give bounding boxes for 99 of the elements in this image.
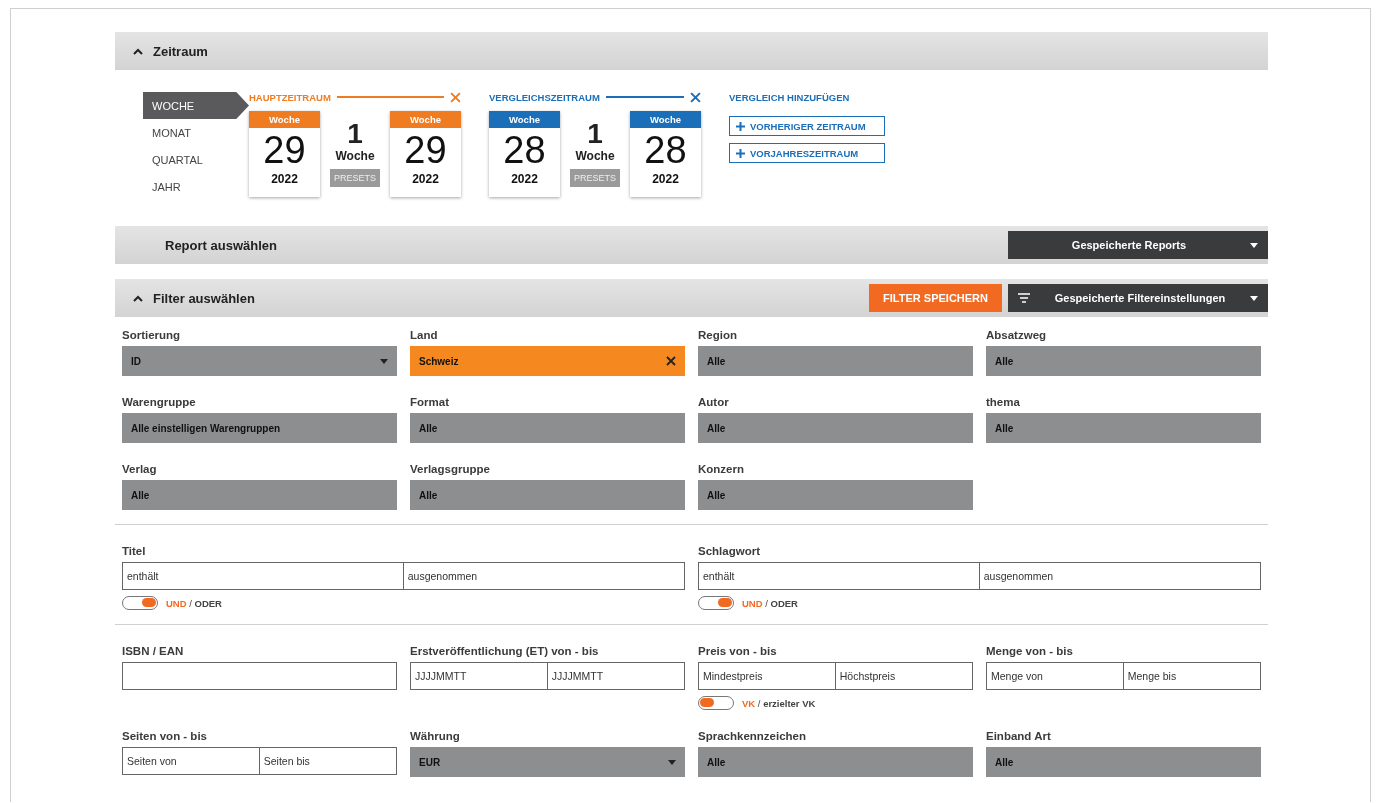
week-number: 29 xyxy=(404,128,447,172)
select-field[interactable]: Alle xyxy=(698,346,973,376)
select-field[interactable]: Alle xyxy=(986,346,1261,376)
input-field[interactable]: JJJJMMTT xyxy=(410,662,549,690)
input-field[interactable]: Seiten von xyxy=(122,747,261,775)
field-label: Absatzweg xyxy=(986,329,1048,343)
close-icon xyxy=(690,91,701,103)
plus-icon xyxy=(736,148,745,158)
field-label: Menge von - bis xyxy=(986,645,1074,659)
input-field[interactable]: Menge von xyxy=(986,662,1125,690)
add-comparison-button[interactable]: VORJAHRESZEITRAUM xyxy=(729,143,885,163)
select-field[interactable]: ID xyxy=(122,346,397,376)
input-field[interactable]: enthält xyxy=(698,562,981,590)
section-header[interactable]: Zeitraum xyxy=(115,32,1268,70)
week-number: 28 xyxy=(644,128,687,172)
span-number: 1 xyxy=(347,119,363,149)
year-text: 2022 xyxy=(511,172,538,186)
toggle-label: UND / ODER xyxy=(742,597,798,609)
span-unit: Woche xyxy=(575,149,615,163)
field-label: Titel xyxy=(122,545,147,559)
toggle-label: VK / erzielter VK xyxy=(742,697,816,709)
add-comparison-button[interactable]: VORHERIGER ZEITRAUM xyxy=(729,116,885,136)
saved-dropdown[interactable]: Gespeicherte Filtereinstellungen xyxy=(1008,284,1268,312)
clear-icon xyxy=(666,356,676,366)
input-field[interactable] xyxy=(122,662,397,690)
span-unit: Woche xyxy=(335,149,375,163)
period-label: HAUPTZEITRAUM xyxy=(249,91,331,103)
field-label: Land xyxy=(410,329,439,343)
input-field[interactable]: Höchstpreis xyxy=(834,662,973,690)
select-field[interactable]: Alle xyxy=(410,413,685,443)
input-field[interactable]: Seiten bis xyxy=(258,747,397,775)
field-label: Erstveröffentlichung (ET) von - bis xyxy=(410,645,600,659)
period-unit-tab[interactable]: MONAT xyxy=(143,119,235,146)
card-header: Woche xyxy=(489,111,560,128)
week-calendar-card[interactable]: Woche 28 2022 xyxy=(489,111,560,197)
period-label: VERGLEICHSZEITRAUM xyxy=(489,91,600,103)
year-text: 2022 xyxy=(271,172,298,186)
field-label: Seiten von - bis xyxy=(122,730,208,744)
select-field[interactable]: Alle xyxy=(986,747,1261,777)
select-field[interactable]: Alle xyxy=(122,480,397,510)
caret-icon xyxy=(1250,295,1258,301)
span-number: 1 xyxy=(587,119,603,149)
field-label: Verlag xyxy=(122,463,158,477)
card-header: Woche xyxy=(630,111,701,128)
section-header[interactable]: Report auswählen Gespeicherte Reports xyxy=(115,226,1268,264)
select-field[interactable]: Schweiz xyxy=(410,346,685,376)
select-field[interactable]: EUR xyxy=(410,747,685,777)
week-calendar-card[interactable]: Woche 29 2022 xyxy=(390,111,461,197)
select-field[interactable]: Alle xyxy=(410,480,685,510)
close-icon xyxy=(450,91,461,103)
period-unit-tab[interactable]: WOCHE xyxy=(143,92,249,119)
select-field[interactable]: Alle xyxy=(698,413,973,443)
field-label: Autor xyxy=(698,396,730,410)
select-field[interactable]: Alle einstelligen Warengruppen xyxy=(122,413,397,443)
field-label: Einband Art xyxy=(986,730,1052,744)
week-number: 28 xyxy=(503,128,546,172)
input-field[interactable]: enthält xyxy=(122,562,405,590)
caret-icon xyxy=(380,358,388,364)
week-calendar-card[interactable]: Woche 28 2022 xyxy=(630,111,701,197)
year-text: 2022 xyxy=(652,172,679,186)
select-field[interactable]: Alle xyxy=(698,480,973,510)
field-label: Verlagsgruppe xyxy=(410,463,491,477)
field-label: Sprachkennzeichen xyxy=(698,730,807,744)
filter-icon xyxy=(1018,293,1030,303)
input-field[interactable]: JJJJMMTT xyxy=(546,662,685,690)
input-field[interactable]: Mindestpreis xyxy=(698,662,837,690)
select-field[interactable]: Alle xyxy=(698,747,973,777)
field-label: Preis von - bis xyxy=(698,645,778,659)
add-comparison-title: VERGLEICH HINZUFÜGEN xyxy=(729,90,851,105)
save-filter-button[interactable]: FILTER SPEICHERN xyxy=(869,284,1002,312)
input-field[interactable]: ausgenommen xyxy=(978,562,1261,590)
year-text: 2022 xyxy=(412,172,439,186)
week-number: 29 xyxy=(263,128,306,172)
input-field[interactable]: Menge bis xyxy=(1122,662,1261,690)
caret-icon xyxy=(668,759,676,765)
section-title: Report auswählen xyxy=(165,237,277,253)
field-label: Format xyxy=(410,396,450,410)
caret-icon xyxy=(1250,242,1258,248)
field-label: Region xyxy=(698,329,738,343)
saved-dropdown[interactable]: Gespeicherte Reports xyxy=(1008,231,1268,259)
select-field[interactable]: Alle xyxy=(986,413,1261,443)
week-calendar-card[interactable]: Woche 29 2022 xyxy=(249,111,320,197)
section-title: Filter auswählen xyxy=(153,290,255,306)
field-label: thema xyxy=(986,396,1021,410)
period-unit-tab[interactable]: JAHR xyxy=(143,173,235,200)
card-header: Woche xyxy=(249,111,320,128)
field-label: ISBN / EAN xyxy=(122,645,185,659)
section-title: Zeitraum xyxy=(153,43,208,59)
section-header[interactable]: Filter auswählen FILTER SPEICHERN Gespeicherte Filtereinstellungen xyxy=(115,279,1268,317)
period-unit-tab[interactable]: QUARTAL xyxy=(143,146,235,173)
toggle-label: UND / ODER xyxy=(166,597,222,609)
field-label: Warengruppe xyxy=(122,396,197,410)
field-label: Konzern xyxy=(698,463,745,477)
field-label: Sortierung xyxy=(122,329,182,343)
field-label: Währung xyxy=(410,730,461,744)
input-field[interactable]: ausgenommen xyxy=(402,562,685,590)
field-label: Schlagwort xyxy=(698,545,761,559)
plus-icon xyxy=(736,121,745,131)
card-header: Woche xyxy=(390,111,461,128)
